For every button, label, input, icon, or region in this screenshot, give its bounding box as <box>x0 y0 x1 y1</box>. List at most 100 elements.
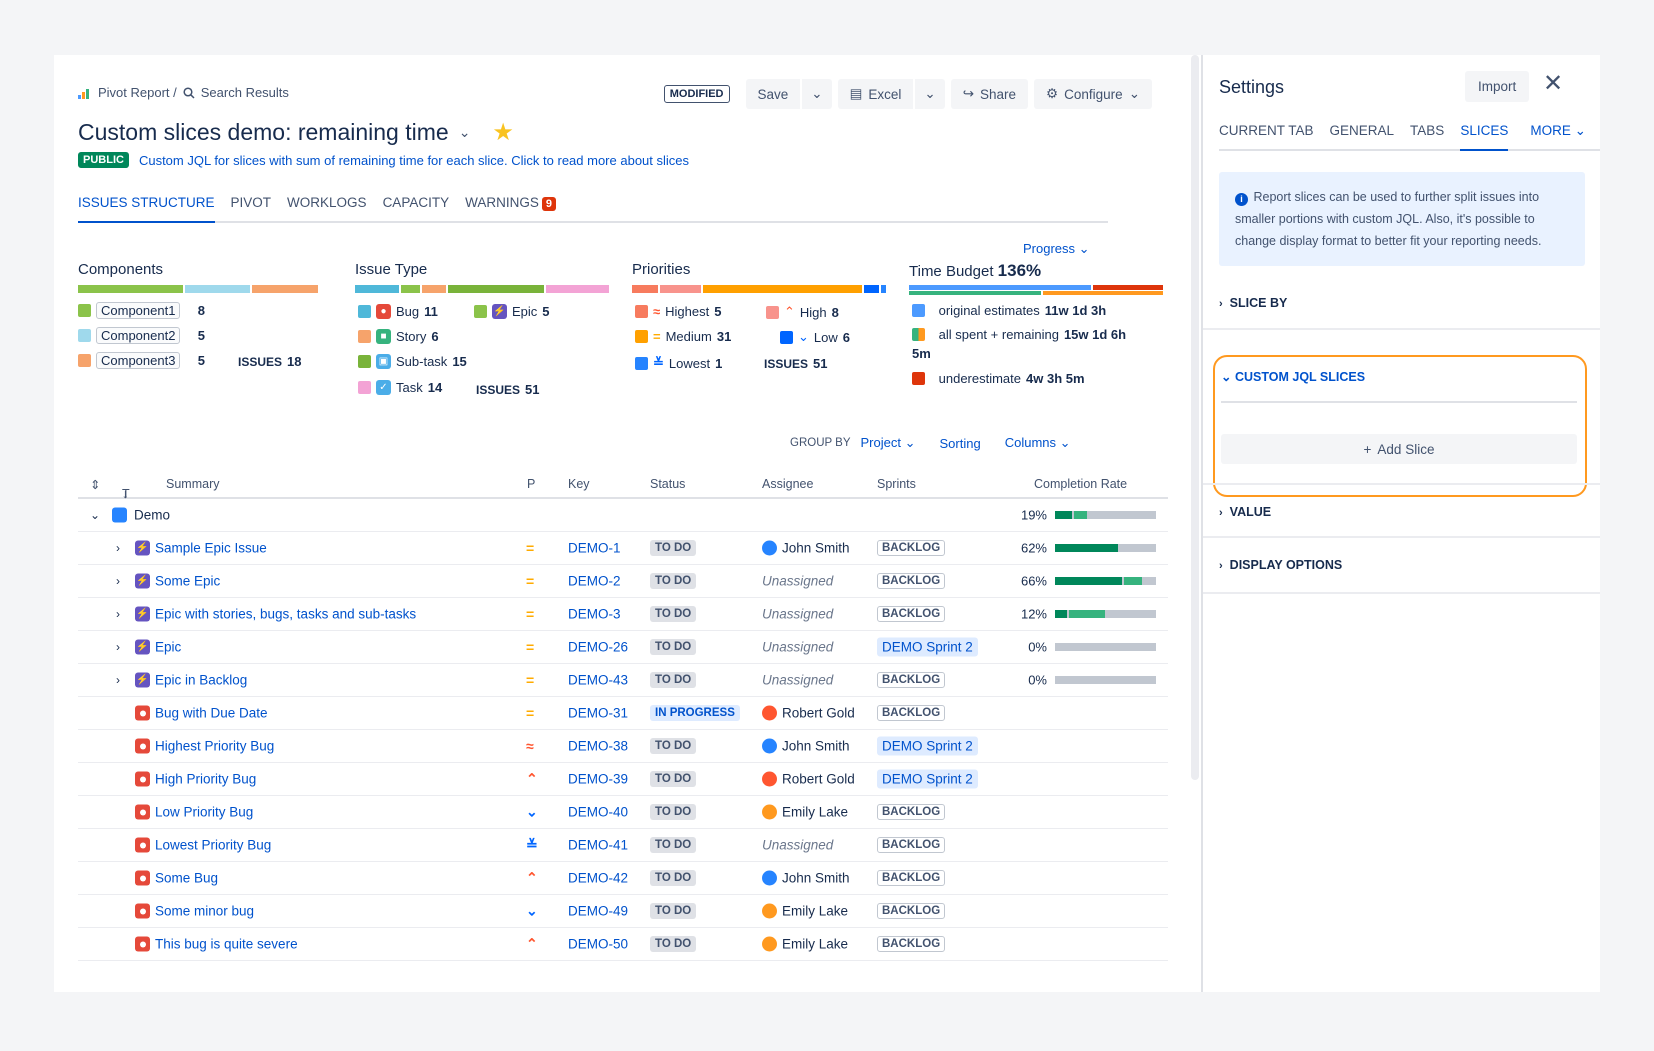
status-badge[interactable]: TO DO <box>650 639 697 655</box>
legend-epic[interactable]: ⚡ Epic 5 <box>474 304 550 319</box>
expand-icon[interactable]: › <box>116 640 120 654</box>
description-link[interactable]: Custom JQL for slices with sum of remain… <box>139 153 689 168</box>
table-row[interactable]: Some Bug ⌃ DEMO-42 TO DO John Smith BACKLOG <box>78 862 1168 895</box>
status-badge[interactable]: TO DO <box>650 837 697 853</box>
assignee[interactable]: Emily Lake <box>762 804 848 820</box>
excel-dropdown-button[interactable]: ⌄ <box>915 79 945 109</box>
assignee[interactable]: Unassigned <box>762 640 833 655</box>
columns-button[interactable]: Columns ⌄ <box>1005 435 1071 451</box>
assignee-column-header[interactable]: Assignee <box>762 477 813 491</box>
status-badge[interactable]: TO DO <box>650 936 697 952</box>
legend-highest[interactable]: ≈ Highest 5 <box>635 304 721 319</box>
issue-key-link[interactable]: DEMO-31 <box>568 706 628 721</box>
issue-key-link[interactable]: DEMO-40 <box>568 805 628 820</box>
status-badge[interactable]: TO DO <box>650 903 697 919</box>
assignee[interactable]: Robert Gold <box>762 705 855 721</box>
legend-low[interactable]: ⌄ Low 6 <box>780 329 850 345</box>
table-row[interactable]: Some minor bug ⌄ DEMO-49 TO DO Emily Lake BAC… <box>78 895 1168 928</box>
expand-icon[interactable]: › <box>116 607 120 621</box>
sprint-badge[interactable]: BACKLOG <box>877 672 946 688</box>
legend-medium[interactable]: = Medium 31 <box>635 329 731 344</box>
tab-tabs[interactable]: TABS <box>1410 123 1444 149</box>
legend-story[interactable]: ■ Story 6 <box>358 329 439 344</box>
sprints-column-header[interactable]: Sprints <box>877 477 916 491</box>
completion-column-header[interactable]: Completion Rate <box>1034 477 1127 491</box>
status-badge[interactable]: IN PROGRESS <box>650 705 740 721</box>
issue-key-link[interactable]: DEMO-38 <box>568 739 628 754</box>
sprint-badge[interactable]: BACKLOG <box>877 540 946 556</box>
breadcrumb-current[interactable]: Search Results <box>201 85 289 100</box>
legend-bug[interactable]: ● Bug 11 <box>358 304 438 319</box>
status-badge[interactable]: TO DO <box>650 804 697 820</box>
legend-component2[interactable]: Component2 5 <box>78 327 205 344</box>
legend-high[interactable]: ⌃ High 8 <box>766 304 839 320</box>
issue-key-link[interactable]: DEMO-2 <box>568 574 621 589</box>
collapse-icon[interactable]: ⌄ <box>90 508 100 522</box>
issue-key-link[interactable]: DEMO-3 <box>568 607 621 622</box>
issue-summary-link[interactable]: Epic in Backlog <box>155 673 247 688</box>
table-row[interactable]: › ⚡ Some Epic = DEMO-2 TO DO Unassigned BACKLOG… <box>78 565 1168 598</box>
issue-summary-link[interactable]: Low Priority Bug <box>155 805 253 820</box>
issue-key-link[interactable]: DEMO-26 <box>568 640 628 655</box>
legend-component3[interactable]: Component3 5 <box>78 352 205 369</box>
assignee[interactable]: John Smith <box>762 540 850 556</box>
tab-issues-structure[interactable]: ISSUES STRUCTURE <box>78 195 215 223</box>
issue-summary-link[interactable]: Some minor bug <box>155 904 254 919</box>
favorite-star-icon[interactable]: ★ <box>492 118 514 147</box>
issue-summary-link[interactable]: Some Epic <box>155 574 220 589</box>
issue-key-link[interactable]: DEMO-39 <box>568 772 628 787</box>
configure-button[interactable]: ⚙ Configure ⌄ <box>1034 79 1152 109</box>
sprint-badge[interactable]: DEMO Sprint 2 <box>877 769 978 789</box>
issue-summary-link[interactable]: This bug is quite severe <box>155 937 298 952</box>
sprint-badge[interactable]: BACKLOG <box>877 573 946 589</box>
group-by-select[interactable]: Project ⌄ <box>861 435 916 451</box>
assignee[interactable]: Emily Lake <box>762 903 848 919</box>
value-section[interactable]: › VALUE <box>1203 483 1600 538</box>
add-slice-button[interactable]: + Add Slice <box>1221 434 1577 464</box>
table-row[interactable]: High Priority Bug ⌃ DEMO-39 TO DO Robert Gol… <box>78 763 1168 796</box>
expand-collapse-all-icon[interactable]: ⇕ <box>90 477 100 492</box>
sprint-badge[interactable]: DEMO Sprint 2 <box>877 637 978 657</box>
sprint-badge[interactable]: BACKLOG <box>877 804 946 820</box>
display-options-section[interactable]: › DISPLAY OPTIONS <box>1203 538 1600 594</box>
sprint-badge[interactable]: BACKLOG <box>877 936 946 952</box>
issue-key-link[interactable]: DEMO-43 <box>568 673 628 688</box>
tab-general[interactable]: GENERAL <box>1330 123 1395 149</box>
tab-worklogs[interactable]: WORKLOGS <box>287 195 367 221</box>
sprint-badge[interactable]: BACKLOG <box>877 903 946 919</box>
issue-key-link[interactable]: DEMO-49 <box>568 904 628 919</box>
status-badge[interactable]: TO DO <box>650 738 697 754</box>
breadcrumb-root[interactable]: Pivot Report / <box>98 85 177 100</box>
table-row[interactable]: › ⚡ Epic in Backlog = DEMO-43 TO DO Unassigned… <box>78 664 1168 697</box>
expand-icon[interactable]: › <box>116 541 120 555</box>
legend-task[interactable]: ✓ Task 14 <box>358 380 442 395</box>
tab-slices[interactable]: SLICES <box>1460 123 1509 151</box>
table-row[interactable]: Highest Priority Bug ≈ DEMO-38 TO DO John Sm… <box>78 730 1168 763</box>
status-badge[interactable]: TO DO <box>650 540 697 556</box>
sprint-badge[interactable]: BACKLOG <box>877 837 946 853</box>
table-row[interactable]: › ⚡ Epic = DEMO-26 TO DO Unassigned DEMO Sprint… <box>78 631 1168 664</box>
issue-summary-link[interactable]: Epic <box>155 640 181 655</box>
table-row[interactable]: This bug is quite severe ⌃ DEMO-50 TO DO Emi… <box>78 928 1168 961</box>
issue-key-link[interactable]: DEMO-42 <box>568 871 628 886</box>
issue-summary-link[interactable]: Highest Priority Bug <box>155 739 274 754</box>
summary-column-header[interactable]: Summary <box>166 477 219 491</box>
assignee[interactable]: Emily Lake <box>762 936 848 952</box>
status-column-header[interactable]: Status <box>650 477 685 491</box>
legend-lowest[interactable]: ≚ Lowest 1 <box>635 355 722 371</box>
status-badge[interactable]: TO DO <box>650 606 697 622</box>
assignee[interactable]: Unassigned <box>762 673 833 688</box>
excel-button[interactable]: ▤ Excel <box>837 79 914 109</box>
tab-capacity[interactable]: CAPACITY <box>383 195 450 221</box>
expand-icon[interactable]: › <box>116 574 120 588</box>
legend-component1[interactable]: Component1 8 <box>78 302 205 319</box>
status-badge[interactable]: TO DO <box>650 573 697 589</box>
sprint-badge[interactable]: BACKLOG <box>877 705 946 721</box>
assignee[interactable]: Unassigned <box>762 574 833 589</box>
slice-by-section[interactable]: › SLICE BY <box>1203 283 1600 330</box>
table-row[interactable]: › ⚡ Epic with stories, bugs, tasks and sub… <box>78 598 1168 631</box>
title-dropdown-icon[interactable]: ⌄ <box>459 124 471 141</box>
custom-jql-slices-header[interactable]: ⌄ CUSTOM JQL SLICES <box>1221 369 1365 384</box>
issue-summary-link[interactable]: Sample Epic Issue <box>155 541 267 556</box>
sprint-badge[interactable]: BACKLOG <box>877 606 946 622</box>
